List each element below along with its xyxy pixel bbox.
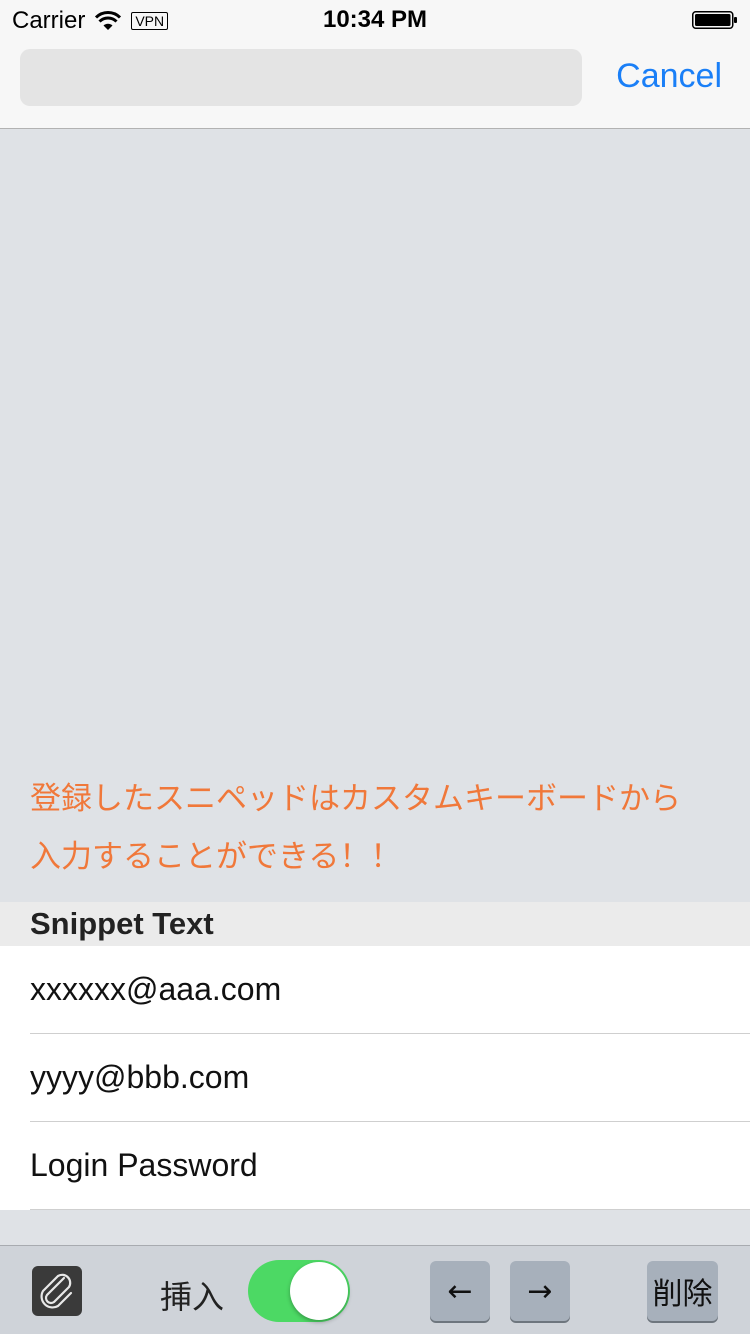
toggle-knob (290, 1262, 348, 1320)
cursor-left-button[interactable]: ← (430, 1261, 490, 1321)
paperclip-icon (40, 1273, 73, 1309)
screen: Carrier VPN 10:34 PM Cancel 登録したスニペッドはカス… (0, 0, 750, 1334)
hint-message: 登録したスニペッドはカスタムキーボードから 入力することができる！！ (30, 781, 681, 875)
snippet-item-label: xxxxxx@aaa.com (30, 971, 282, 1007)
snippet-item[interactable]: yyyy@bbb.com (0, 1034, 750, 1122)
snippet-item-label: Login Password (30, 1147, 258, 1183)
attach-button[interactable] (32, 1266, 82, 1316)
delete-button[interactable]: 削除 (647, 1261, 718, 1321)
status-bar: Carrier VPN 10:34 PM (0, 0, 750, 40)
snippet-item[interactable]: Login Password (0, 1122, 750, 1210)
section-header: Snippet Text (0, 902, 750, 946)
battery-icon (692, 11, 737, 29)
keyboard-toolbar: 挿入 ← → 削除 (0, 1245, 750, 1334)
cursor-right-button[interactable]: → (510, 1261, 570, 1321)
status-time: 10:34 PM (322, 6, 428, 33)
insert-toggle[interactable] (248, 1260, 350, 1322)
snippet-item-label: yyyy@bbb.com (30, 1059, 250, 1095)
cancel-button[interactable]: Cancel (616, 57, 722, 96)
search-header: Cancel (0, 40, 750, 129)
insert-label: 挿入 (160, 1278, 225, 1316)
search-input[interactable] (20, 49, 582, 106)
snippet-list: xxxxxx@aaa.com yyyy@bbb.com Login Passwo… (0, 946, 750, 1210)
snippet-item[interactable]: xxxxxx@aaa.com (0, 946, 750, 1034)
section-title: Snippet Text (30, 906, 214, 941)
